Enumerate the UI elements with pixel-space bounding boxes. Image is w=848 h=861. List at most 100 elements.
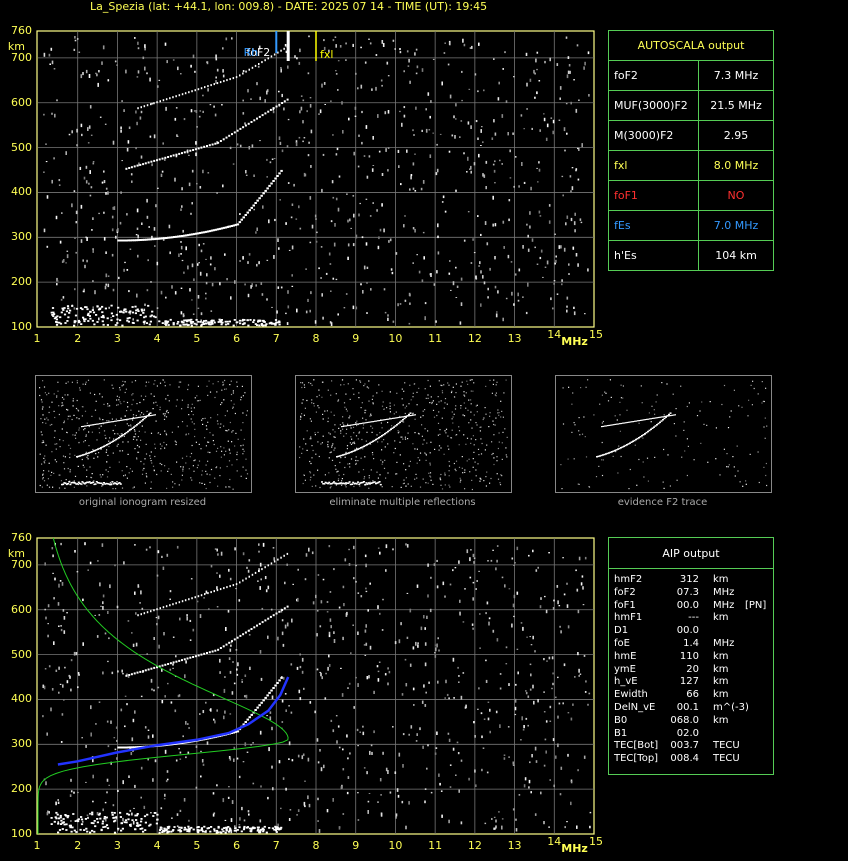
noise-dot — [436, 559, 438, 562]
noise-dot — [343, 603, 345, 607]
noise-dot — [227, 609, 230, 613]
noise-dot — [184, 674, 186, 679]
noise-dot — [548, 552, 550, 554]
noise-dot — [362, 725, 364, 728]
noise-dot — [154, 759, 157, 763]
noise-dot — [566, 582, 568, 585]
noise-dot — [47, 604, 50, 608]
noise-dot — [172, 663, 174, 666]
noise-dot — [316, 610, 319, 612]
noise-dot — [48, 811, 50, 814]
noise-dot — [389, 791, 392, 794]
f2-trace-echo — [247, 629, 250, 632]
noise-dot — [150, 678, 153, 683]
noise-dot — [98, 701, 101, 703]
noise-dot — [544, 595, 546, 598]
noise-dot — [395, 816, 397, 819]
e-layer-echo — [185, 828, 188, 831]
noise-dot — [516, 546, 519, 551]
f2-trace-echo — [216, 589, 219, 592]
f2-trace-echo — [146, 611, 149, 614]
noise-dot — [123, 561, 125, 565]
noise-dot — [485, 679, 488, 683]
noise-dot — [110, 720, 112, 724]
y-tick-label: 600 — [11, 602, 32, 616]
noise-dot — [247, 569, 250, 573]
e-layer-echo — [143, 815, 147, 818]
noise-dot — [377, 670, 380, 673]
f2-trace-echo — [253, 626, 256, 629]
noise-dot — [51, 547, 54, 550]
e-layer-echo — [136, 824, 139, 826]
noise-dot — [409, 608, 412, 613]
noise-dot — [245, 694, 248, 699]
f2-trace-echo — [150, 610, 152, 613]
noise-dot — [437, 680, 439, 684]
noise-dot — [228, 657, 231, 660]
noise-dot — [458, 560, 460, 564]
e-layer-echo — [135, 819, 138, 821]
e-layer-echo — [55, 817, 58, 820]
noise-dot — [167, 682, 169, 685]
e-layer-echo — [102, 826, 105, 828]
noise-dot — [508, 588, 511, 590]
noise-dot — [532, 635, 534, 640]
noise-dot — [224, 819, 227, 821]
noise-dot — [140, 796, 142, 799]
e-layer-echo — [134, 814, 137, 817]
noise-dot — [357, 592, 360, 594]
noise-dot — [132, 821, 135, 825]
e-layer-echo — [276, 826, 279, 829]
noise-dot — [281, 631, 284, 636]
noise-dot — [540, 597, 542, 600]
e-layer-echo — [103, 817, 106, 820]
f2-trace-echo — [183, 658, 186, 661]
e-layer-echo — [101, 820, 105, 823]
noise-dot — [312, 601, 315, 605]
noise-dot — [367, 609, 369, 612]
y-tick-label: 500 — [11, 647, 32, 661]
e-layer-echo — [187, 825, 190, 828]
noise-dot — [248, 559, 251, 562]
f2-trace-echo — [273, 560, 276, 563]
f2-trace-echo — [269, 615, 272, 618]
noise-dot — [73, 791, 75, 794]
noise-dot — [505, 646, 508, 649]
noise-dot — [526, 636, 528, 638]
noise-dot — [170, 701, 173, 704]
noise-dot — [575, 569, 577, 572]
x-tick-label: 9 — [352, 839, 360, 852]
noise-dot — [139, 602, 141, 604]
noise-dot — [357, 631, 359, 635]
noise-dot — [179, 751, 182, 754]
f2-trace-echo — [258, 570, 260, 572]
noise-dot — [514, 698, 517, 703]
noise-dot — [588, 692, 591, 695]
noise-dot — [164, 793, 166, 797]
e-layer-echo — [74, 820, 77, 822]
noise-dot — [325, 672, 327, 675]
noise-dot — [366, 676, 369, 680]
noise-dot — [400, 622, 402, 626]
x-tick-label: 3 — [113, 839, 121, 852]
noise-dot — [477, 708, 479, 710]
noise-dot — [563, 593, 566, 596]
noise-dot — [356, 728, 359, 732]
noise-dot — [392, 548, 394, 551]
e-layer-echo — [213, 829, 216, 832]
f2-trace-echo — [172, 661, 175, 664]
e-layer-echo — [70, 830, 73, 833]
noise-dot — [525, 690, 527, 692]
f2-trace-echo — [181, 600, 184, 603]
noise-dot — [106, 791, 108, 794]
f2-trace-echo — [207, 592, 209, 595]
noise-dot — [528, 554, 530, 557]
noise-dot — [348, 548, 350, 551]
noise-dot — [214, 720, 216, 724]
noise-dot — [342, 748, 344, 751]
noise-dot — [166, 553, 169, 557]
noise-dot — [219, 671, 221, 674]
noise-dot — [291, 618, 293, 623]
noise-dot — [246, 566, 248, 569]
noise-dot — [257, 580, 259, 582]
